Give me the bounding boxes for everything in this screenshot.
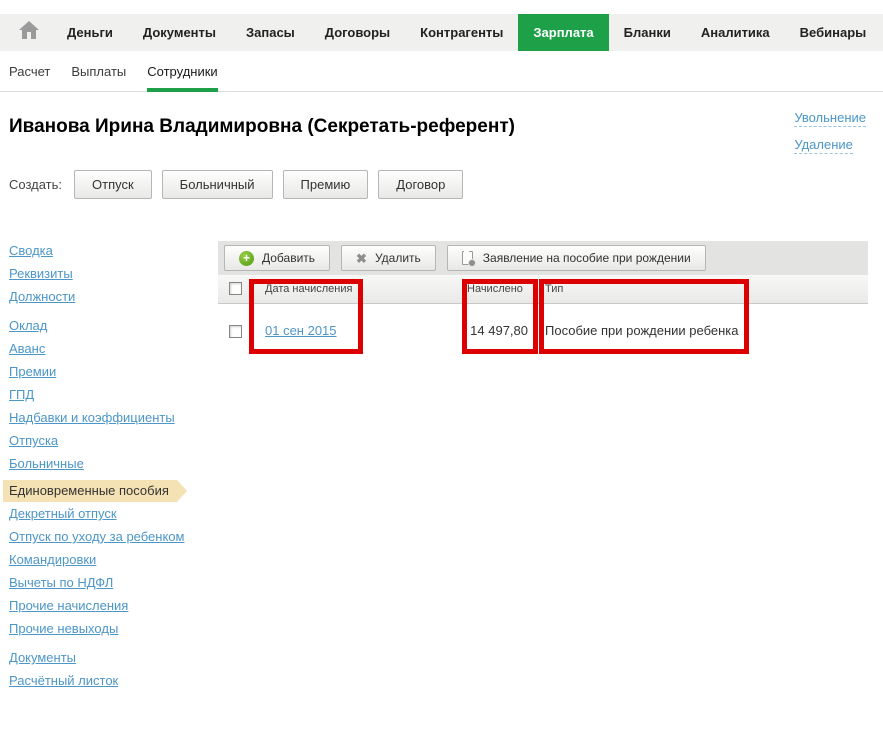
benefits-toolbar: + Добавить ✖ Удалить Заявление на пособи…	[218, 241, 868, 275]
sidebar-item-other-accruals[interactable]: Прочие начисления	[9, 598, 128, 613]
nav-item-counterparties[interactable]: Контрагенты	[405, 14, 518, 51]
top-navigation: Деньги Документы Запасы Договоры Контраг…	[0, 14, 883, 51]
nav-item-contracts[interactable]: Договоры	[310, 14, 405, 51]
document-icon	[461, 251, 476, 267]
deletion-link[interactable]: Удаление	[794, 137, 853, 154]
select-all-checkbox[interactable]	[229, 282, 242, 296]
content: Сводка Реквизиты Должности Оклад Аванс П…	[0, 241, 883, 697]
create-sick-leave-button[interactable]: Больничный	[161, 170, 273, 199]
header-actions: Увольнение Удаление	[794, 109, 866, 163]
create-label: Создать:	[9, 177, 63, 192]
sidebar-item-salary[interactable]: Оклад	[9, 318, 47, 333]
x-icon: ✖	[356, 250, 367, 266]
home-icon	[19, 21, 39, 44]
sidebar-item-bonuses[interactable]: Премии	[9, 364, 56, 379]
subnav-item-calculation[interactable]: Расчет	[9, 64, 50, 92]
create-bonus-button[interactable]: Премию	[282, 170, 369, 199]
column-header-date: Дата начисления	[258, 275, 460, 304]
table-header-row: Дата начисления Начислено Тип	[218, 275, 868, 304]
sidebar-item-advance[interactable]: Аванс	[9, 341, 45, 356]
sidebar-item-child-care-leave[interactable]: Отпуск по уходу за ребенком	[9, 529, 184, 544]
row-checkbox[interactable]	[229, 324, 242, 338]
sidebar-item-payslip[interactable]: Расчётный листок	[9, 673, 118, 688]
add-button-label: Добавить	[262, 251, 316, 265]
sidebar: Сводка Реквизиты Должности Оклад Аванс П…	[3, 241, 218, 697]
sub-navigation: Расчет Выплаты Сотрудники	[0, 51, 883, 92]
sidebar-item-sick-leaves[interactable]: Больничные	[9, 456, 84, 471]
nav-item-documents[interactable]: Документы	[128, 14, 231, 51]
create-bar: Создать: Отпуск Больничный Премию Догово…	[9, 170, 883, 199]
column-header-accrued: Начислено	[460, 275, 538, 304]
sidebar-item-ndfl-deductions[interactable]: Вычеты по НДФЛ	[9, 575, 113, 590]
sidebar-item-positions[interactable]: Должности	[9, 289, 75, 304]
delete-button-label: Удалить	[374, 251, 421, 265]
statement-button-label: Заявление на пособие при рождении	[482, 251, 691, 265]
home-button[interactable]	[6, 14, 52, 51]
create-contract-button[interactable]: Договор	[378, 170, 464, 199]
accrued-amount: 14 497,80	[470, 322, 528, 338]
sidebar-item-allowances[interactable]: Надбавки и коэффициенты	[9, 410, 175, 425]
dismissal-link[interactable]: Увольнение	[794, 110, 866, 127]
nav-item-analytics[interactable]: Аналитика	[686, 14, 785, 51]
sidebar-item-vacations[interactable]: Отпуска	[9, 433, 58, 448]
sidebar-item-requisites[interactable]: Реквизиты	[9, 266, 73, 281]
sidebar-item-lump-sum-benefits[interactable]: Единовременные пособия	[3, 480, 187, 502]
main-panel: + Добавить ✖ Удалить Заявление на пособи…	[218, 241, 868, 697]
accrual-date-link[interactable]: 01 сен 2015	[265, 323, 337, 338]
subnav-item-employees[interactable]: Сотрудники	[147, 64, 218, 92]
page-header: Иванова Ирина Владимировна (Секретать-ре…	[0, 92, 883, 154]
delete-button[interactable]: ✖ Удалить	[341, 245, 436, 271]
sidebar-item-documents[interactable]: Документы	[9, 650, 76, 665]
nav-item-money[interactable]: Деньги	[52, 14, 128, 51]
nav-item-salary[interactable]: Зарплата	[518, 14, 609, 51]
table-row: 01 сен 2015 14 497,80 Пособие при рожден…	[218, 303, 868, 357]
add-button[interactable]: + Добавить	[224, 245, 331, 271]
benefits-table: Дата начисления Начислено Тип 01 сен 201…	[218, 275, 868, 357]
birth-benefit-statement-button[interactable]: Заявление на пособие при рождении	[446, 245, 706, 271]
sidebar-item-other-absences[interactable]: Прочие невыходы	[9, 621, 118, 636]
page-title: Иванова Ирина Владимировна (Секретать-ре…	[9, 116, 515, 137]
benefit-type: Пособие при рождении ребенка	[545, 322, 739, 338]
sidebar-item-maternity-leave[interactable]: Декретный отпуск	[9, 506, 117, 521]
sidebar-item-gpd[interactable]: ГПД	[9, 387, 34, 402]
nav-item-webinars[interactable]: Вебинары	[785, 14, 882, 51]
create-vacation-button[interactable]: Отпуск	[74, 170, 152, 199]
subnav-item-payments[interactable]: Выплаты	[71, 64, 126, 92]
nav-item-inventory[interactable]: Запасы	[231, 14, 310, 51]
plus-icon: +	[239, 250, 254, 266]
column-header-type: Тип	[538, 275, 868, 304]
sidebar-item-summary[interactable]: Сводка	[9, 243, 53, 258]
nav-item-forms[interactable]: Бланки	[609, 14, 686, 51]
sidebar-item-business-trips[interactable]: Командировки	[9, 552, 96, 567]
